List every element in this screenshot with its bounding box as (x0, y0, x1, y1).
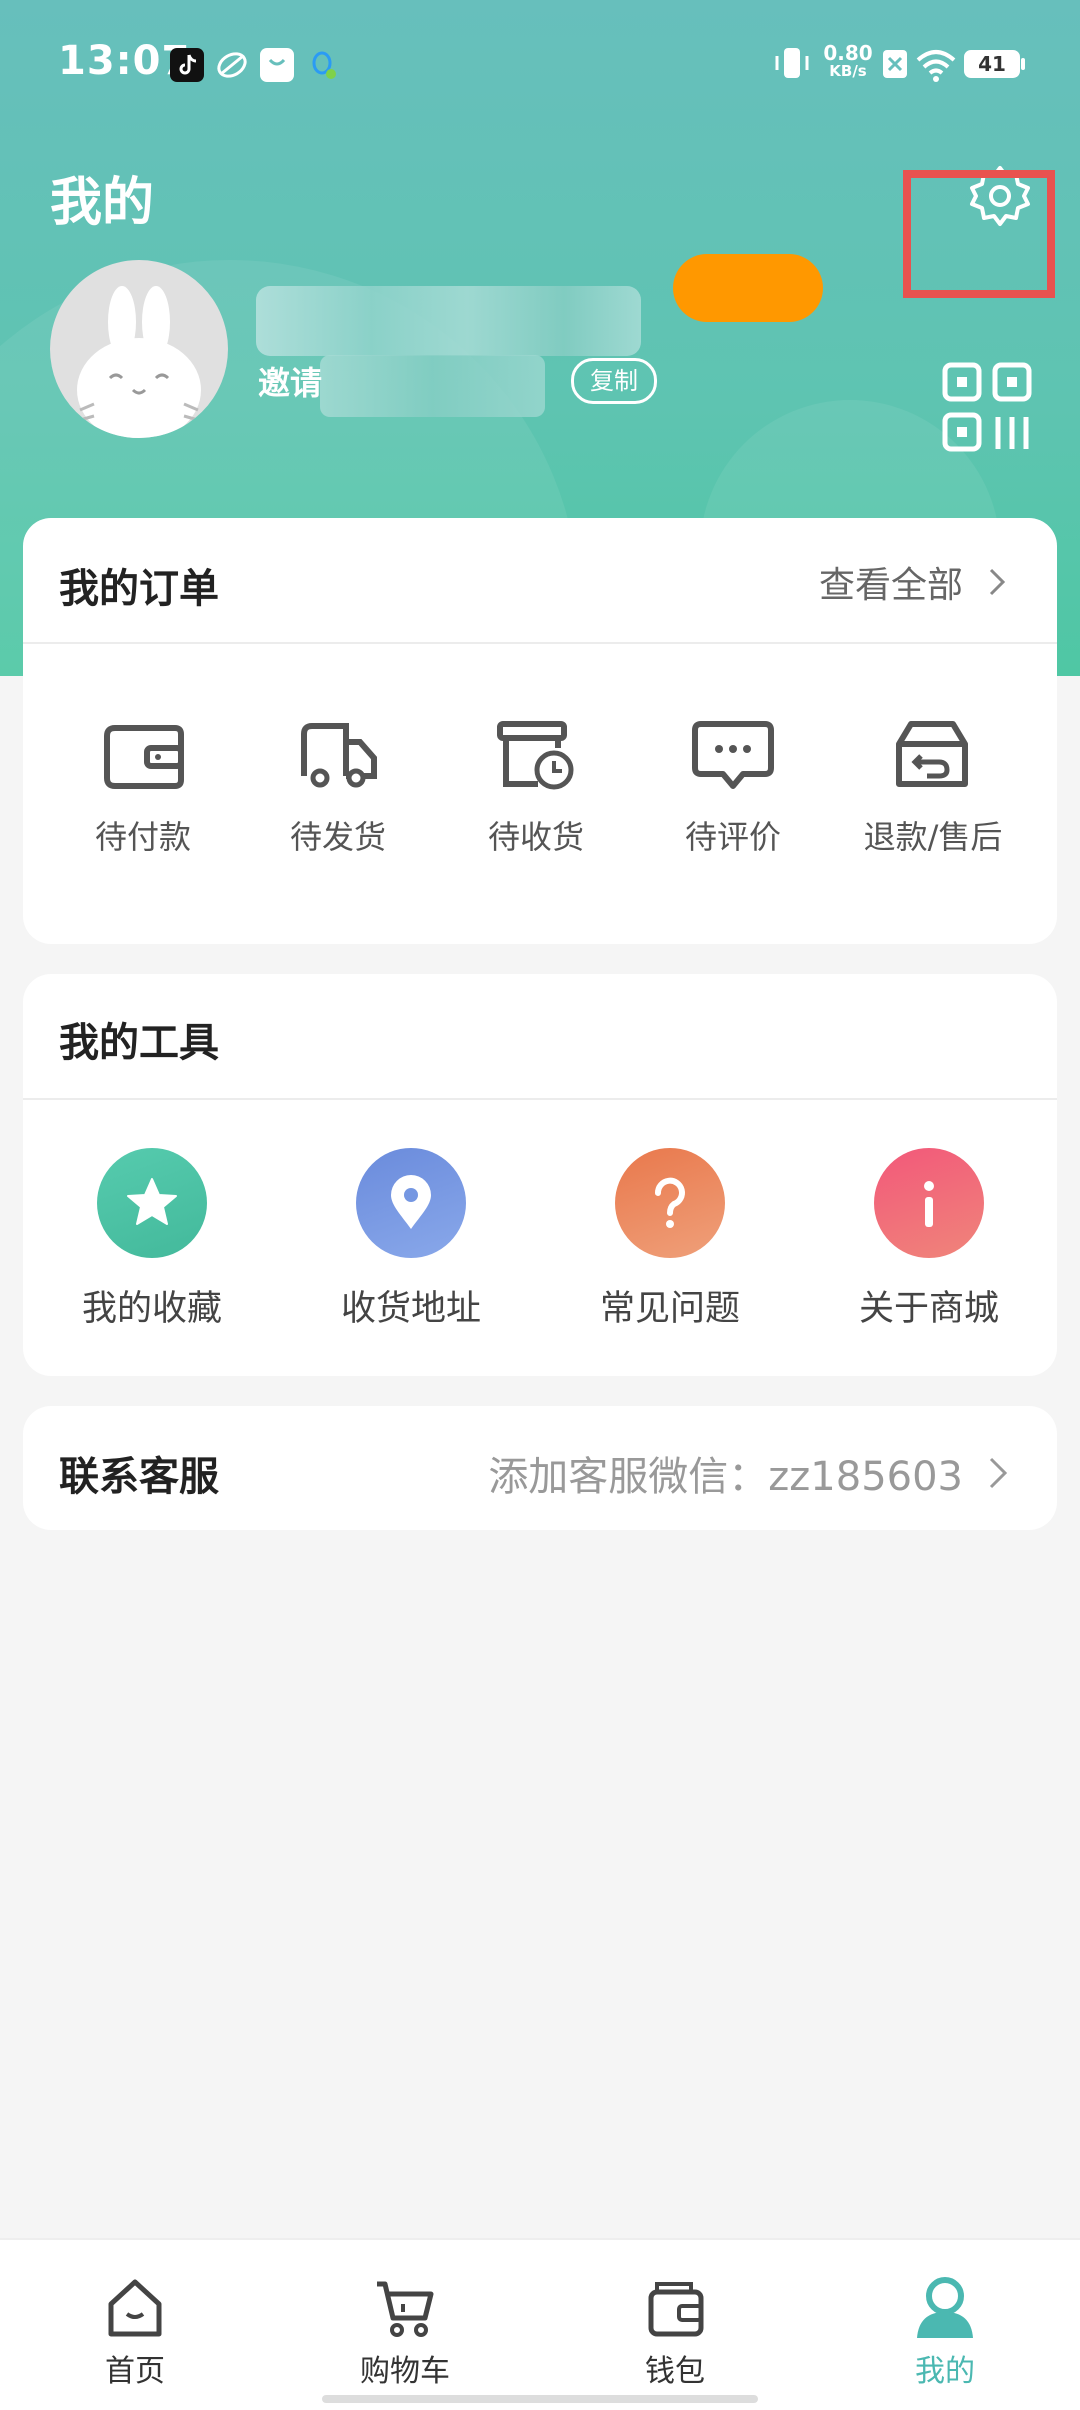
chevron-right-icon (989, 1457, 1008, 1489)
view-all-orders-link[interactable]: 查看全部 (819, 556, 1017, 608)
info-icon (924, 1181, 934, 1227)
tiktok-icon (170, 48, 204, 82)
order-pending-receipt[interactable]: 待收货 (436, 718, 636, 858)
member-badge[interactable] (673, 254, 823, 322)
box-clock-icon (497, 721, 574, 790)
rabbit-avatar-icon (77, 286, 201, 438)
invite-label: 邀请 (258, 364, 323, 402)
invite-code-blurred (320, 355, 545, 417)
qq-icon (305, 48, 339, 82)
copy-button[interactable]: 复制 (571, 358, 657, 404)
nav-home[interactable]: 首页 (50, 2276, 220, 2390)
location-pin-icon (391, 1175, 431, 1229)
bottom-navigation: 首页 购物车 钱包 我的 (0, 2238, 1080, 2410)
service-detail: 添加客服微信：zz185603 (488, 1444, 1017, 1502)
profile-icon (917, 2277, 973, 2338)
question-icon (654, 1177, 685, 1228)
battery-indicator: 41 (964, 40, 1028, 90)
customer-service-row[interactable]: 联系客服 添加客服微信：zz185603 (23, 1406, 1057, 1530)
wifi-icon (914, 40, 958, 90)
qr-code-icon (942, 362, 1032, 452)
nav-cart[interactable]: 购物车 (320, 2276, 490, 2390)
highlight-box (903, 170, 1055, 298)
order-pending-shipment[interactable]: 待发货 (238, 718, 438, 858)
home-indicator[interactable] (322, 2395, 758, 2403)
cart-icon (377, 2281, 434, 2337)
service-title: 联系客服 (59, 1454, 219, 1500)
shop-app-icon (260, 48, 294, 82)
tool-faq[interactable]: 常见问题 (560, 1148, 780, 1331)
tools-card: 我的工具 我的收藏 收货地址 常见问题 关于商城 (23, 974, 1057, 1376)
return-box-icon (896, 721, 968, 787)
tool-about[interactable]: 关于商城 (819, 1148, 1039, 1331)
wallet-icon (648, 2282, 704, 2337)
orders-card: 我的订单 查看全部 待付款 待发货 待收货 待评价 退款/售后 (23, 518, 1057, 944)
wallet-icon (104, 725, 184, 789)
comment-icon (692, 721, 774, 789)
nav-wallet[interactable]: 钱包 (590, 2276, 760, 2390)
home-icon (108, 2279, 162, 2337)
qr-code-button[interactable] (942, 362, 1032, 452)
username-blurred (256, 286, 641, 356)
network-speed: 0.80 KB/s (823, 41, 873, 80)
star-icon (127, 1178, 177, 1225)
truck-icon (301, 723, 377, 788)
vibrate-icon (772, 40, 812, 90)
order-refund[interactable]: 退款/售后 (833, 718, 1033, 858)
tool-address[interactable]: 收货地址 (301, 1148, 521, 1331)
orders-title: 我的订单 (59, 566, 219, 612)
page-title: 我的 (50, 173, 155, 233)
no-sim-icon (880, 40, 910, 90)
order-pending-payment[interactable]: 待付款 (43, 718, 243, 858)
nav-profile[interactable]: 我的 (860, 2276, 1030, 2390)
tools-title: 我的工具 (59, 1020, 219, 1066)
tool-favorites[interactable]: 我的收藏 (42, 1148, 262, 1331)
status-bar: 13:07 0.80 KB/s 41 (0, 0, 1080, 130)
chevron-right-icon (989, 568, 1006, 596)
order-pending-review[interactable]: 待评价 (633, 718, 833, 858)
app-icon (215, 48, 249, 82)
avatar[interactable] (50, 260, 228, 438)
